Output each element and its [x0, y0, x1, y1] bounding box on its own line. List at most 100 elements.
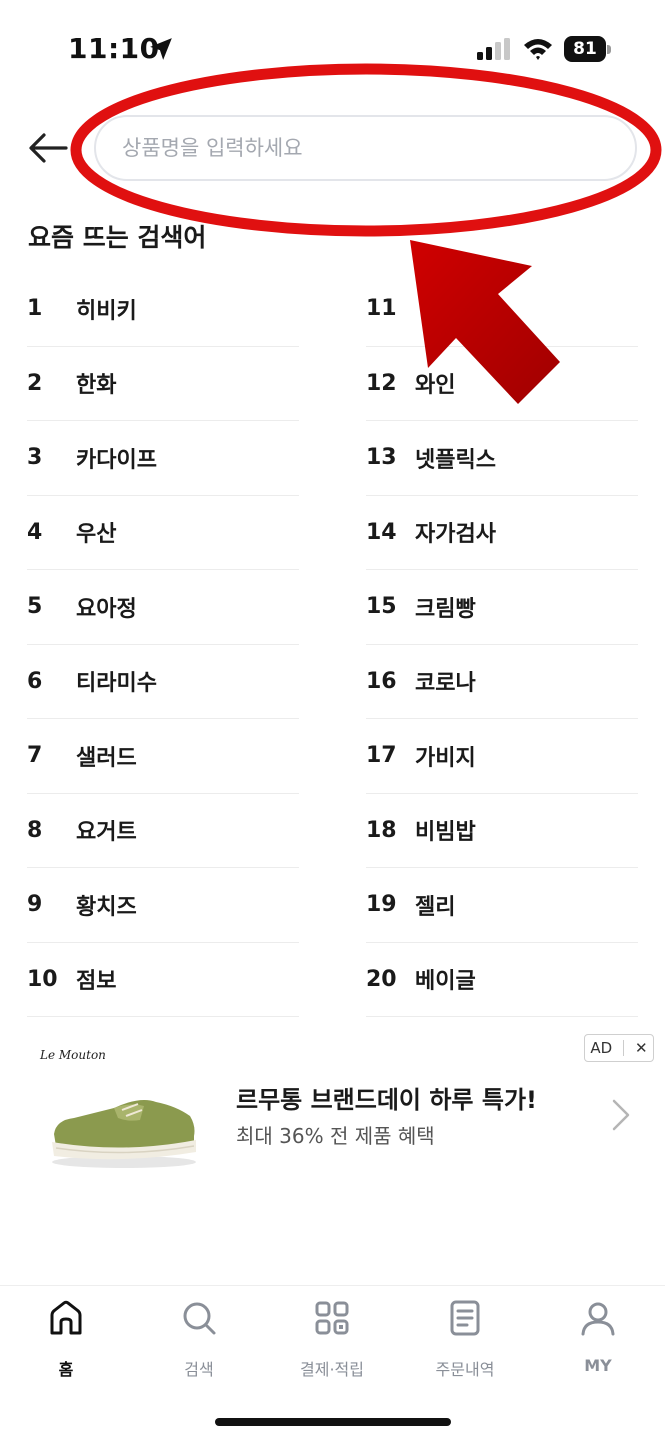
ad-brand-logo: Le Mouton [40, 1048, 106, 1062]
trending-rank: 4 [27, 519, 43, 545]
trending-item[interactable]: 15 크림빵 [366, 570, 638, 645]
nav-label: 주문내역 [435, 1360, 495, 1379]
trending-item[interactable]: 6 티라미수 [27, 645, 299, 719]
ad-label: AD [590, 1039, 613, 1057]
trending-rank: 20 [366, 966, 397, 992]
arrow-left-icon [29, 133, 68, 163]
trending-rank: 19 [366, 892, 397, 918]
nav-label: 검색 [184, 1360, 214, 1379]
trending-rank: 10 [27, 966, 58, 992]
trending-rank: 2 [27, 370, 43, 396]
trending-list-right: 11 12 와인 13 넷플릭스 14 자가검사 15 크림빵 16 코로나 17 가비지 … [366, 272, 638, 1017]
ad-subtitle: 최대 36% 전 제품 혜택 [236, 1124, 435, 1148]
wifi-icon [524, 39, 552, 60]
trending-rank: 9 [27, 892, 43, 918]
trending-keyword: 점보 [76, 969, 117, 995]
trending-rank: 11 [366, 296, 397, 322]
trending-rank: 8 [27, 817, 43, 843]
trending-rank: 12 [366, 370, 397, 396]
shoe-image [52, 1100, 196, 1168]
trending-keyword: 요거트 [76, 820, 137, 846]
nav-orders[interactable]: 주문내역 [405, 1298, 525, 1388]
nav-home[interactable]: 홈 [6, 1298, 126, 1388]
trending-item[interactable]: 9 황치즈 [27, 868, 299, 943]
trending-keyword: 티라미수 [76, 671, 157, 697]
ad-title: 르무통 브랜드데이 하루 특가! [236, 1086, 537, 1114]
nav-label: 홈 [58, 1360, 74, 1379]
trending-keyword: 비빔밥 [415, 820, 476, 846]
battery-tip [607, 45, 611, 54]
trending-keyword: 샐러드 [76, 745, 137, 771]
trending-item[interactable]: 3 카다이프 [27, 421, 299, 496]
trending-keyword: 가비지 [415, 745, 476, 771]
trending-item[interactable]: 20 베이글 [366, 943, 638, 1017]
battery-indicator: 81 [564, 36, 611, 62]
trending-item[interactable]: 1 히비키 [27, 272, 299, 347]
trending-rank: 13 [366, 445, 397, 471]
nav-search[interactable]: 검색 [139, 1298, 259, 1388]
trending-item[interactable]: 8 요거트 [27, 794, 299, 868]
trending-keyword: 히비키 [76, 298, 137, 324]
trending-rank: 14 [366, 519, 397, 545]
search-input[interactable] [122, 117, 602, 179]
nav-label: MY [584, 1356, 612, 1375]
ad-close-icon[interactable]: ✕ [635, 1039, 648, 1057]
trending-keyword: 와인 [415, 373, 456, 399]
trending-rank: 7 [27, 743, 43, 769]
nav-payment[interactable]: 결제·적립 [272, 1298, 392, 1388]
user-icon [581, 1302, 615, 1336]
home-icon [50, 1300, 82, 1335]
trending-keyword: 요아정 [76, 596, 137, 622]
trending-item[interactable]: 7 샐러드 [27, 719, 299, 794]
cellular-signal-icon [477, 38, 510, 60]
trending-rank: 6 [27, 668, 43, 694]
trending-rank: 1 [27, 296, 43, 322]
trending-item[interactable]: 14 자가검사 [366, 496, 638, 570]
back-button[interactable] [26, 126, 70, 170]
status-bar: 11:10 81 [0, 0, 665, 100]
trending-item[interactable]: 16 코로나 [366, 645, 638, 719]
trending-rank: 16 [366, 668, 397, 694]
trending-item[interactable]: 4 우산 [27, 496, 299, 570]
trending-keyword: 코로나 [415, 671, 476, 697]
trending-keyword: 크림빵 [415, 596, 476, 622]
status-time: 11:10 [68, 32, 160, 65]
search-box[interactable] [94, 115, 637, 181]
trending-keyword: 베이글 [415, 969, 476, 995]
trending-list-left: 1 히비키 2 한화 3 카다이프 4 우산 5 요아정 6 티라미수 7 샐러드 8 요거트 … [27, 272, 299, 1017]
trending-keyword: 자가검사 [415, 522, 496, 548]
ad-badge-divider [623, 1040, 625, 1056]
trending-item[interactable]: 19 젤리 [366, 868, 638, 943]
trending-item[interactable]: 11 [366, 272, 638, 347]
trending-rank: 3 [27, 445, 43, 471]
ad-badge[interactable]: AD ✕ [584, 1034, 654, 1062]
trending-keyword: 넷플릭스 [415, 447, 496, 473]
trending-keyword: 우산 [76, 522, 117, 548]
trending-rank: 5 [27, 594, 43, 620]
trending-keyword: 한화 [76, 373, 117, 399]
bottom-nav: 홈 검색 결제·적립 주문내역 MY [0, 1285, 665, 1440]
trending-keyword: 황치즈 [76, 894, 137, 920]
trending-rank: 18 [366, 817, 397, 843]
search-icon [183, 1302, 216, 1335]
home-indicator[interactable] [215, 1418, 451, 1426]
trending-rank: 17 [366, 743, 397, 769]
trending-item[interactable]: 2 한화 [27, 347, 299, 421]
document-icon [450, 1300, 480, 1336]
trending-item[interactable]: 17 가비지 [366, 719, 638, 794]
nav-label: 결제·적립 [300, 1360, 364, 1379]
trending-item[interactable]: 13 넷플릭스 [366, 421, 638, 496]
chevron-right-icon[interactable] [610, 1098, 632, 1132]
trending-keyword: 카다이프 [76, 447, 157, 473]
trending-item[interactable]: 5 요아정 [27, 570, 299, 645]
ad-banner[interactable]: AD ✕ Le Mouton 르무통 브랜드데이 하루 특가! 최대 36% 전… [0, 1030, 665, 1180]
location-arrow-icon [150, 38, 172, 60]
trending-rank: 15 [366, 594, 397, 620]
nav-my[interactable]: MY [538, 1298, 658, 1388]
trending-title: 요즘 뜨는 검색어 [28, 223, 207, 252]
grid-icon [315, 1301, 349, 1335]
trending-item[interactable]: 12 와인 [366, 347, 638, 421]
trending-item[interactable]: 10 점보 [27, 943, 299, 1017]
trending-item[interactable]: 18 비빔밥 [366, 794, 638, 868]
trending-keyword: 젤리 [415, 894, 456, 920]
